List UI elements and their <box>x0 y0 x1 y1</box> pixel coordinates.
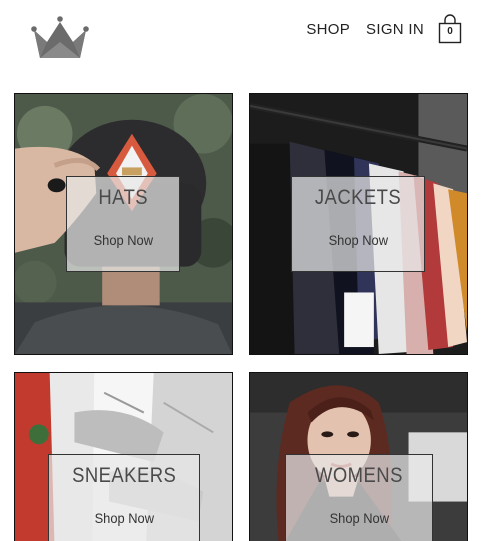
site-header: SHOP SIGN IN 0 <box>0 0 490 80</box>
cart-count: 0 <box>447 26 453 37</box>
crown-logo-icon[interactable] <box>30 14 90 62</box>
category-card-sneakers[interactable]: SNEAKERS Shop Now <box>14 372 233 541</box>
nav-shop-link[interactable]: SHOP <box>306 21 350 38</box>
cart-button[interactable]: 0 <box>438 14 464 44</box>
hats-label: HATS Shop Now <box>66 176 180 272</box>
jackets-label: JACKETS Shop Now <box>291 176 425 272</box>
shop-now-link[interactable]: Shop Now <box>329 510 388 526</box>
shop-now-link[interactable]: Shop Now <box>94 510 153 526</box>
category-title: HATS <box>98 186 148 209</box>
category-title: SNEAKERS <box>71 464 177 487</box>
shop-now-link[interactable]: Shop Now <box>328 232 387 248</box>
womens-label: WOMENS Shop Now <box>285 454 433 541</box>
category-card-hats[interactable]: HATS Shop Now <box>14 93 233 355</box>
shop-now-link[interactable]: Shop Now <box>93 232 152 248</box>
nav-sign-in-link[interactable]: SIGN IN <box>366 21 424 38</box>
sneakers-label: SNEAKERS Shop Now <box>48 454 200 541</box>
category-title: WOMENS <box>315 464 403 487</box>
category-card-womens[interactable]: WOMENS Shop Now <box>249 372 468 541</box>
main-nav: SHOP SIGN IN 0 <box>306 14 464 44</box>
category-title: JACKETS <box>314 186 402 209</box>
category-card-jackets[interactable]: JACKETS Shop Now <box>249 93 468 355</box>
